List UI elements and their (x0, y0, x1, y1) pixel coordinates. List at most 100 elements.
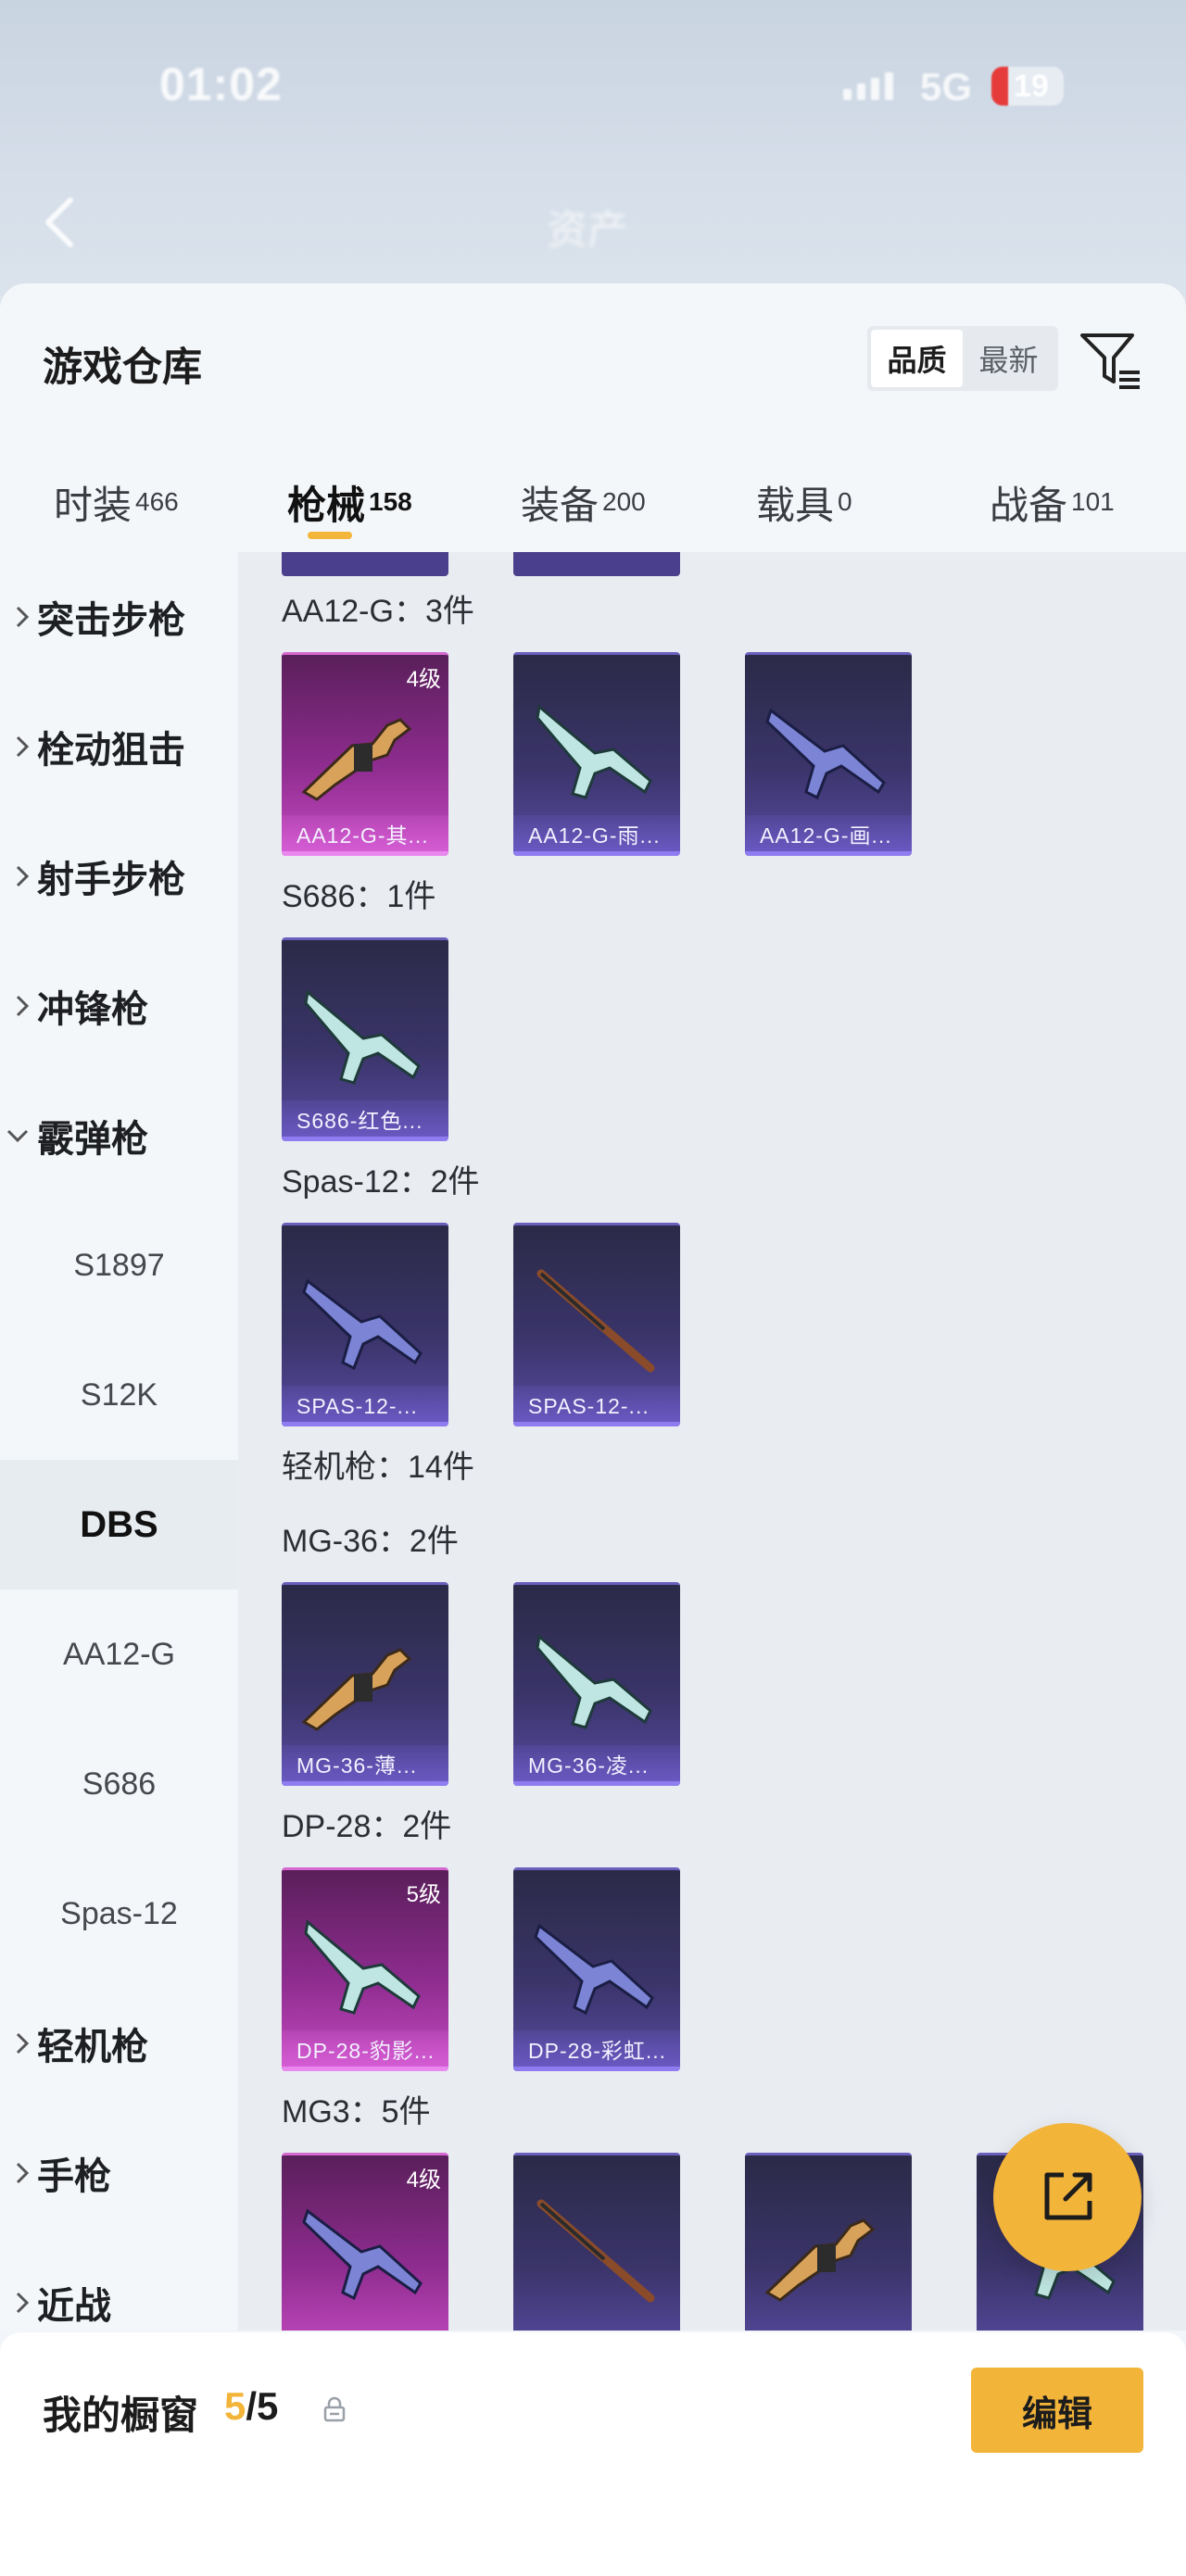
showcase-count: 5/5 (224, 2384, 278, 2429)
weapon-icon (302, 2208, 423, 2301)
chevron-down-icon (0, 1128, 37, 1143)
menu-bolt-sniper[interactable]: 栓动狙击 (0, 682, 238, 811)
category-tabs: 时装 466 枪械 158 装备 200 载具 0 战备 101 (0, 459, 1186, 552)
menu-smg[interactable]: 冲锋枪 (0, 941, 238, 1071)
group-title: DP-28：2件 (282, 1809, 452, 1844)
item-caption: AA12-G-雨... (513, 815, 680, 856)
submenu-s1897[interactable]: S1897 (0, 1200, 238, 1330)
menu-label: 霰弹枪 (37, 1119, 148, 1160)
chevron-right-icon (0, 735, 37, 759)
menu-pistol[interactable]: 手枪 (0, 2108, 238, 2238)
tab-label: 战备 (990, 484, 1068, 527)
share-out-icon (1044, 2172, 1092, 2220)
group-title: 轻机枪：14件 (282, 1450, 474, 1485)
battery-level: 19 (1014, 69, 1049, 104)
item-card[interactable]: MG-36-凌... (513, 1582, 680, 1786)
item-card[interactable]: 4级 (282, 2153, 448, 2331)
sheet-title: 游戏仓库 (43, 346, 202, 390)
submenu-dbs[interactable]: DBS (0, 1460, 238, 1590)
item-card-partial[interactable] (282, 552, 448, 576)
menu-assault-rifle[interactable]: 突击步枪 (0, 552, 238, 682)
group-title: MG-36：2件 (282, 1524, 459, 1559)
weapon-icon (534, 1923, 654, 2016)
item-caption: SPAS-12-... (513, 1386, 680, 1426)
submenu-aa12g[interactable]: AA12-G (0, 1590, 238, 1719)
tab-count: 200 (602, 487, 646, 516)
warehouse-sheet: 游戏仓库 品质 最新 时装 466 枪械 158 装备 200 载具 0 战备 101 突… (0, 283, 1186, 2576)
item-card[interactable]: 4级 AA12-G-其... (282, 652, 448, 856)
chevron-right-icon (0, 2031, 37, 2055)
item-card[interactable]: AA12-G-画... (745, 652, 912, 856)
share-out-button[interactable] (993, 2123, 1142, 2271)
submenu-s12k[interactable]: S12K (0, 1330, 238, 1460)
sort-newest-option[interactable]: 最新 (963, 330, 1054, 387)
submenu-spas12[interactable]: Spas-12 (0, 1849, 238, 1979)
menu-label: 手枪 (37, 2156, 111, 2197)
group-title: MG3：5件 (282, 2094, 431, 2130)
weapon-icon (304, 1919, 421, 2015)
sheet-header: 游戏仓库 品质 最新 时装 466 枪械 158 装备 200 载具 0 战备 101 (0, 283, 1186, 552)
item-card[interactable]: SPAS-12-... (282, 1223, 448, 1426)
item-caption: AA12-G-其... (282, 815, 448, 856)
item-card[interactable]: AA12-G-雨... (513, 652, 680, 856)
weapon-icon (764, 2218, 876, 2302)
weapon-icon (536, 1269, 655, 1373)
item-card[interactable] (513, 2153, 680, 2331)
menu-label: 近战 (37, 2286, 111, 2327)
showcase-label: 我的橱窗 (43, 2394, 199, 2437)
sort-toggle: 品质 最新 (867, 326, 1058, 391)
item-card[interactable] (745, 2153, 912, 2331)
level-badge: 5级 (406, 1882, 441, 1907)
tab-label: 装备 (521, 484, 599, 527)
item-list: AA12-G：3件 4级 AA12-G-其... AA12-G-雨... AA12-G-… (238, 552, 1186, 2331)
showcase-bar: 我的橱窗 5/5 编辑 (0, 2332, 1186, 2576)
tab-count: 101 (1071, 487, 1115, 516)
weapon-icon (536, 2199, 655, 2303)
tab-combat-gear[interactable]: 战备 101 (990, 459, 1115, 552)
item-card[interactable]: SPAS-12-... (513, 1223, 680, 1426)
item-caption: MG-36-薄... (282, 1745, 448, 1786)
weapon-icon (302, 1278, 423, 1371)
menu-label: 射手步枪 (37, 860, 185, 900)
item-card[interactable]: S686-红色... (282, 937, 448, 1141)
tab-vehicles[interactable]: 载具 0 (756, 459, 852, 552)
weapon-icon (536, 704, 652, 799)
back-arrow-icon[interactable] (41, 195, 78, 250)
blurred-page-title: 资产 (547, 207, 628, 253)
showcase-total: /5 (246, 2384, 279, 2428)
tab-equipment[interactable]: 装备 200 (521, 459, 646, 552)
showcase-used: 5 (224, 2384, 246, 2428)
menu-lmg[interactable]: 轻机枪 (0, 1979, 238, 2108)
lock-icon[interactable] (321, 2395, 348, 2423)
menu-marksman-rifle[interactable]: 射手步枪 (0, 811, 238, 941)
group-title: Spas-12：2件 (282, 1164, 480, 1200)
item-card[interactable]: DP-28-彩虹... (513, 1867, 680, 2071)
active-tab-indicator (308, 532, 352, 539)
sort-quality-option[interactable]: 品质 (871, 330, 963, 387)
filter-icon[interactable] (1079, 330, 1142, 391)
battery-icon: 19 (991, 67, 1064, 106)
chevron-right-icon (0, 864, 37, 888)
item-card[interactable]: MG-36-薄... (282, 1582, 448, 1786)
item-caption: AA12-G-画... (745, 815, 912, 856)
weapon-icon (765, 708, 886, 800)
edit-button[interactable]: 编辑 (971, 2368, 1143, 2453)
submenu-s686[interactable]: S686 (0, 1719, 238, 1849)
menu-label: 栓动狙击 (37, 730, 185, 771)
group-title: AA12-G：3件 (282, 594, 474, 629)
signal-icon (843, 72, 893, 100)
menu-shotgun[interactable]: 霰弹枪 (0, 1071, 238, 1200)
item-caption: S686-红色... (282, 1100, 448, 1141)
weapon-icon (301, 1648, 412, 1731)
tab-label: 枪械 (287, 484, 366, 527)
level-badge: 4级 (406, 667, 441, 692)
item-caption: DP-28-彩虹... (513, 2030, 680, 2071)
item-card[interactable]: 5级 DP-28-豹影... (282, 1867, 448, 2071)
tab-count: 0 (838, 487, 852, 516)
item-card-partial[interactable] (513, 552, 680, 576)
tab-count: 158 (369, 487, 412, 516)
item-caption: SPAS-12-... (282, 1386, 448, 1426)
chevron-right-icon (0, 994, 37, 1018)
tab-fashion[interactable]: 时装 466 (54, 459, 179, 552)
blurred-header: 01:02 5G 19 资产 (0, 0, 1186, 296)
